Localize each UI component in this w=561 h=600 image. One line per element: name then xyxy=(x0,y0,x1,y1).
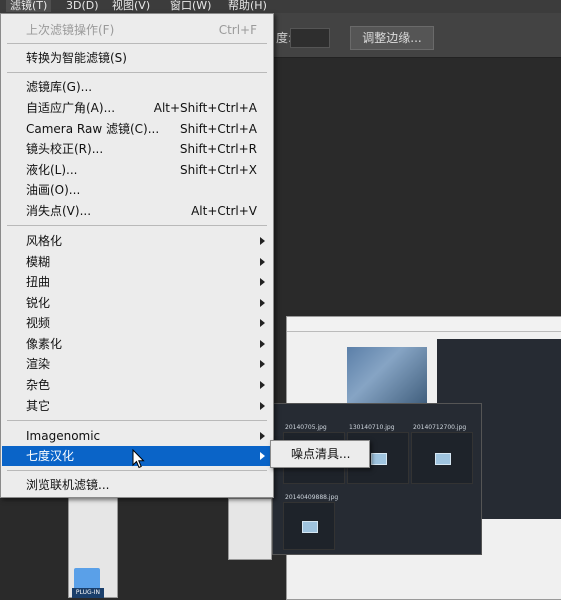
shortcut-label: Alt+Shift+Ctrl+A xyxy=(153,101,257,115)
menu-item-label: 杂色 xyxy=(26,378,51,392)
shortcut-label: Alt+Ctrl+V xyxy=(191,204,257,218)
background-sidebar-2 xyxy=(228,498,272,560)
menu-view[interactable]: 视图(V) xyxy=(112,0,150,12)
menu-item-label: 其它 xyxy=(26,399,51,413)
menu-3d[interactable]: 3D(D) xyxy=(66,0,99,12)
submenu-arrow-icon xyxy=(260,319,265,327)
refine-edge-button[interactable]: 调整边缘... xyxy=(350,26,434,50)
filter-menu: 上次滤镜操作(F) Ctrl+F 转换为智能滤镜(S) 滤镜库(G)... 自适… xyxy=(0,13,274,498)
browser-address-bar xyxy=(287,317,561,332)
image-icon xyxy=(302,521,318,533)
menu-item-label: 扭曲 xyxy=(26,275,51,289)
qidu-submenu: 噪点清具... xyxy=(270,440,370,468)
menu-item-label: 镜头校正(R)... xyxy=(26,142,104,156)
submenu-arrow-icon xyxy=(260,452,265,460)
menu-item-oil-paint[interactable]: 油画(O)... xyxy=(2,180,272,200)
menu-item-sharpen[interactable]: 锐化 xyxy=(2,293,272,313)
menu-item-other[interactable]: 其它 xyxy=(2,396,272,416)
menu-item-label: 模糊 xyxy=(26,255,51,269)
plugin-label: PLUG-IN xyxy=(72,588,104,598)
mouse-cursor-icon xyxy=(132,449,145,469)
submenu-arrow-icon xyxy=(260,340,265,348)
menu-item-label: 风格化 xyxy=(26,234,63,248)
menu-item-adaptive-wide-angle[interactable]: 自适应广角(A)... Alt+Shift+Ctrl+A xyxy=(2,98,272,118)
shortcut-label: Shift+Ctrl+A xyxy=(180,122,257,136)
menu-item-label: 像素化 xyxy=(26,337,63,351)
menu-item-label: 上次滤镜操作(F) xyxy=(26,23,115,37)
menu-item-label: 自适应广角(A)... xyxy=(26,101,116,115)
menu-item-liquify[interactable]: 液化(L)... Shift+Ctrl+X xyxy=(2,160,272,180)
shortcut-label: Shift+Ctrl+R xyxy=(179,142,257,156)
submenu-arrow-icon xyxy=(260,278,265,286)
menu-item-label: 浏览联机滤镜... xyxy=(26,478,110,492)
submenu-item-noise-tool[interactable]: 噪点清具... xyxy=(291,445,350,462)
menu-item-imagenomic[interactable]: Imagenomic xyxy=(2,426,272,446)
image-icon xyxy=(435,453,451,465)
menu-item-pixelate[interactable]: 像素化 xyxy=(2,334,272,354)
image-icon xyxy=(371,453,387,465)
menu-filter[interactable]: 滤镜(T) xyxy=(6,0,52,12)
background-photo xyxy=(347,347,427,407)
separator xyxy=(7,43,267,44)
menu-item-label: 视频 xyxy=(26,316,51,330)
submenu-arrow-icon xyxy=(260,432,265,440)
menu-item-label: 滤镜库(G)... xyxy=(26,80,93,94)
separator xyxy=(7,470,267,471)
submenu-arrow-icon xyxy=(260,258,265,266)
thumb-label: 20140409888.jpg xyxy=(285,494,339,501)
submenu-arrow-icon xyxy=(260,381,265,389)
menu-item-label: 油画(O)... xyxy=(26,183,81,197)
menu-item-label: 转换为智能滤镜(S) xyxy=(26,51,127,65)
submenu-arrow-icon xyxy=(260,360,265,368)
submenu-arrow-icon xyxy=(260,402,265,410)
shortcut-label: Shift+Ctrl+X xyxy=(180,163,257,177)
menu-window[interactable]: 窗口(W) xyxy=(170,0,211,12)
submenu-arrow-icon xyxy=(260,237,265,245)
menu-item-vanishing-point[interactable]: 消失点(V)... Alt+Ctrl+V xyxy=(2,201,272,221)
separator xyxy=(7,420,267,421)
submenu-arrow-icon xyxy=(260,299,265,307)
menu-item-lens-correction[interactable]: 镜头校正(R)... Shift+Ctrl+R xyxy=(2,139,272,159)
menu-item-stylize[interactable]: 风格化 xyxy=(2,231,272,251)
menu-item-convert-smart-filter[interactable]: 转换为智能滤镜(S) xyxy=(2,48,272,68)
thumb-label: 130140710.jpg xyxy=(349,424,395,431)
menu-item-distort[interactable]: 扭曲 xyxy=(2,272,272,292)
menu-item-noise[interactable]: 杂色 xyxy=(2,375,272,395)
menu-item-label: 渲染 xyxy=(26,357,51,371)
menu-item-video[interactable]: 视频 xyxy=(2,313,272,333)
menu-item-render[interactable]: 渲染 xyxy=(2,354,272,374)
shortcut-label: Ctrl+F xyxy=(218,23,257,37)
menu-item-last-filter: 上次滤镜操作(F) Ctrl+F xyxy=(2,20,272,40)
separator xyxy=(7,225,267,226)
thumbnail xyxy=(411,432,473,484)
background-file-window: 20140705.jpg 130140710.jpg 20140712700.j… xyxy=(272,403,482,555)
menu-item-label: 消失点(V)... xyxy=(26,204,92,218)
menu-item-blur[interactable]: 模糊 xyxy=(2,252,272,272)
menu-item-browse-online-filters[interactable]: 浏览联机滤镜... xyxy=(2,475,272,495)
menubar: 滤镜(T) 3D(D) 视图(V) 窗口(W) 帮助(H) xyxy=(0,0,561,13)
menu-item-label: Imagenomic xyxy=(26,429,101,443)
thumb-label: 20140712700.jpg xyxy=(413,424,467,431)
feather-field[interactable] xyxy=(290,28,330,48)
menu-item-label: 液化(L)... xyxy=(26,163,78,177)
separator xyxy=(7,72,267,73)
thumb-label: 20140705.jpg xyxy=(285,424,327,431)
menu-item-camera-raw[interactable]: Camera Raw 滤镜(C)... Shift+Ctrl+A xyxy=(2,119,272,139)
menu-item-label: 锐化 xyxy=(26,296,51,310)
menu-item-filter-gallery[interactable]: 滤镜库(G)... xyxy=(2,77,272,97)
thumbnail xyxy=(283,502,335,550)
menu-item-label: 七度汉化 xyxy=(26,449,75,463)
menu-item-label: Camera Raw 滤镜(C)... xyxy=(26,122,160,136)
menu-help[interactable]: 帮助(H) xyxy=(228,0,267,12)
